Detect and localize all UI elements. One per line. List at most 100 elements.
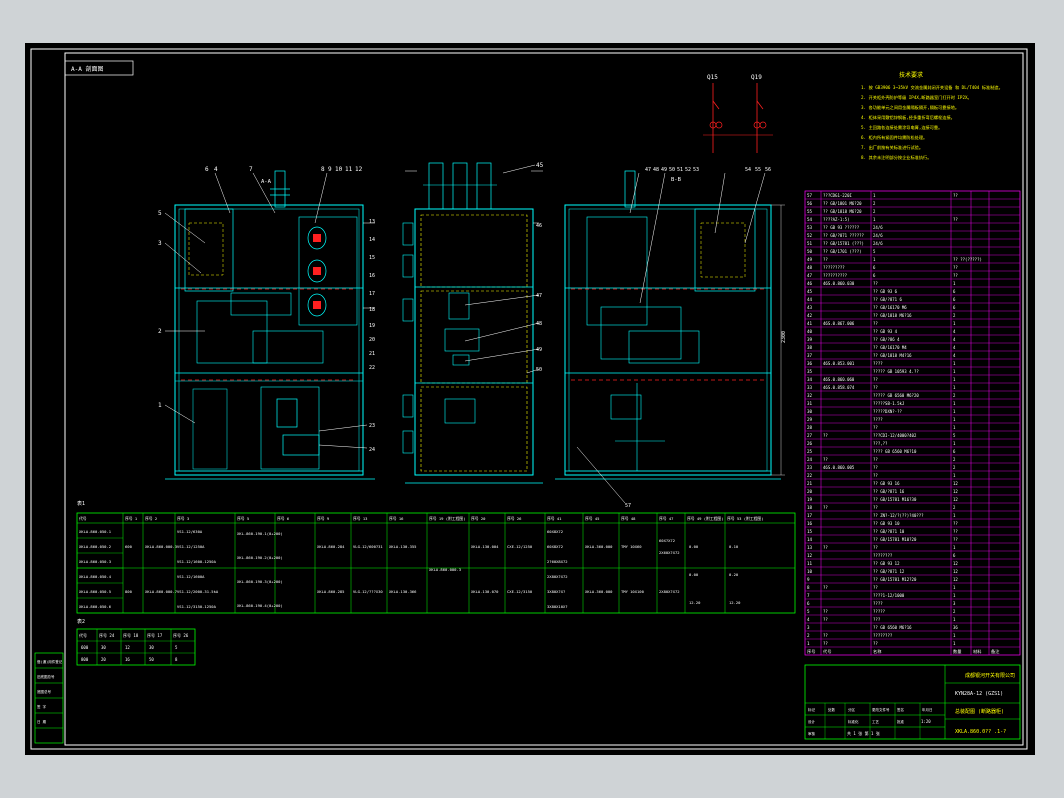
table2-cell: 30 [149, 645, 154, 650]
callout-r54: 54 [745, 167, 751, 173]
table1-cell: 2X80X?X72 [547, 574, 568, 579]
bom-row-qty: 1 [953, 361, 956, 366]
bom-row-name: 24/6 [873, 233, 883, 238]
bom-row-qty: 4 [953, 337, 956, 342]
bom-row-name: ?? [873, 385, 878, 390]
bom-row-name: ?? GB 93 16 [873, 481, 900, 486]
bom-row-no: 33 [807, 385, 813, 390]
table1-cell: XKLA.360.000 [585, 589, 613, 594]
table1-cell: XKLA.130.070 [471, 589, 499, 594]
bom-row-name: 1 [873, 217, 876, 222]
bom-row-no: 18 [807, 505, 813, 510]
bom-row-no: 2 [807, 633, 810, 638]
note-line-2: 2. 开关柜外壳防护等级 IP4X,断路器室门打开时 IP2X。 [861, 94, 972, 101]
tb-approve: 批准 [897, 719, 905, 724]
bom-row-code: ?? [823, 633, 828, 638]
bom-row-qty: ?? [953, 537, 958, 542]
table1-cell: XKLA.860.285 [317, 589, 344, 594]
callout-21: 21 [369, 351, 375, 357]
bom-row-no: 41 [807, 321, 813, 326]
table1-cell: 800 [125, 589, 133, 594]
bom-row-no: 16 [807, 521, 813, 526]
bom-row-qty: 1 [953, 545, 956, 550]
table2-header-cell: 代号 [79, 632, 87, 638]
table2-cell: 30 [101, 645, 106, 650]
bom-row-code: ?? [823, 505, 828, 510]
title-block: 成都银河开关有限公司 KYN28A-12 (GZS1) 总装配图 (断路器柜) … [804, 664, 1021, 740]
bom-row-name: ?? GB/16170 M6 [873, 305, 907, 310]
callout-13: 13 [369, 219, 375, 225]
circuit-label-q19: Q19 [751, 74, 762, 81]
bom-row-no: 31 [807, 401, 813, 406]
bom-row-no: 3 [807, 625, 810, 630]
bom-row-name: 24/6 [873, 241, 883, 246]
bom-row-no: 42 [807, 313, 813, 318]
table1-cell: 60X8X72 [547, 544, 563, 549]
callout-4: 4 [214, 166, 218, 173]
bom-row-qty: ?? [953, 265, 958, 270]
bom-row-name: ?? GB 93 12 [873, 561, 900, 566]
bom-row-qty: ?? ??(?????) [953, 257, 982, 262]
bom-row-name: 6 [873, 273, 876, 278]
bom-row-qty: 1 [953, 633, 956, 638]
table2-header-cell: 序号 18 [123, 632, 139, 638]
table1-header-cell: 序号 16 [389, 516, 404, 521]
bom-row-name: 2 [873, 209, 876, 214]
bom-row-qty: 1 [953, 641, 956, 646]
bom-row-no: 43 [807, 305, 813, 310]
bom-row-name: ???????? [873, 553, 893, 558]
table1-cell: 0.00 [689, 572, 699, 577]
bom-row-qty: 1 [953, 385, 956, 390]
table1-code: XKLA.860.050.3 [79, 559, 111, 564]
bom-row-code: 46S.0.867.006 [823, 321, 855, 326]
bom-row-name: ?? GB/?871 16 [873, 489, 905, 494]
bom-row-code: 46S.0.858.074 [823, 385, 855, 390]
bom-row-name: ???? [873, 417, 883, 422]
table1-cell: VS1-12/1600-1250A [177, 559, 217, 564]
tb-sign: 签名 [897, 707, 904, 712]
table1-cell: 60X8X72 [547, 529, 563, 534]
bom-row-no: 52 [807, 233, 813, 238]
bom-row-name: ???,?? [873, 441, 888, 446]
bom-row-qty: 1 [953, 369, 956, 374]
bom-row-qty: 2 [953, 313, 956, 318]
bom-row-code: ????AZ-1:5) [823, 217, 850, 222]
callout-16: 16 [369, 273, 375, 279]
callout-23: 23 [369, 423, 375, 429]
scale: 1:20 [921, 719, 931, 724]
table1-cell: 12.20 [689, 600, 701, 605]
bom-row-qty: 1 [953, 281, 956, 286]
table2-cell: 800 [81, 657, 89, 662]
callout-3: 3 [158, 240, 162, 247]
bom-row-qty: 1 [953, 321, 956, 326]
bom-row-name: ?? GB 93 10 [873, 521, 900, 526]
table1-cell: XKLA.360.000 [585, 544, 613, 549]
bom-row-name: ?????DXN?-?? [873, 409, 902, 414]
bom-row-code: ?? GB/?871 ?????? [823, 233, 865, 238]
single-line-diagram: Q15 Q19 [703, 74, 773, 153]
bom-row-qty: 2 [953, 393, 956, 398]
bom-row-name: ?? GB/?871 10 [873, 529, 905, 534]
section-label-a: A-A [261, 179, 272, 185]
table1-cell: 2X80X?X72 [659, 589, 680, 594]
table1-cell: 0.10 [729, 544, 739, 549]
bom-row-name: 6 [873, 265, 876, 270]
bom-row-qty: 1 [953, 377, 956, 382]
bom-row-name: ?? GB/?871 6 [873, 297, 902, 302]
parts-list: 57 ???CDG1-220I 1 ??56?? GB/1801 M6?20 255??… [804, 190, 1021, 656]
table1-cell: 3X80X10X? [547, 604, 568, 609]
bom-row-name: ?? GB/1818 M4?16 [873, 353, 912, 358]
table1-header-cell: 序号 6 [277, 516, 290, 521]
note-line-6: 6. 柜内所有紧固件均需防松处理。 [861, 134, 927, 141]
company-name: 成都银河开关有限公司 [965, 672, 1015, 679]
callout-r49: 49 [661, 167, 667, 173]
callout-10: 10 [335, 166, 343, 173]
bom-row-code: ?? GB/15781 (???) [823, 241, 864, 246]
technical-notes: 技术要求 1. 按 GB3906 3~35kV 交流金属封闭开关设备 和 DL/… [861, 71, 1003, 161]
bom-row-qty: 1 [953, 473, 956, 478]
bom-row-name: 1 [873, 193, 876, 198]
callout-49: 49 [536, 347, 542, 353]
table1-header-cell: 序号 49 (附工程图) [687, 516, 724, 521]
bom-header-cell: 名称 [873, 648, 881, 655]
callout-r47: 47 [645, 167, 651, 173]
